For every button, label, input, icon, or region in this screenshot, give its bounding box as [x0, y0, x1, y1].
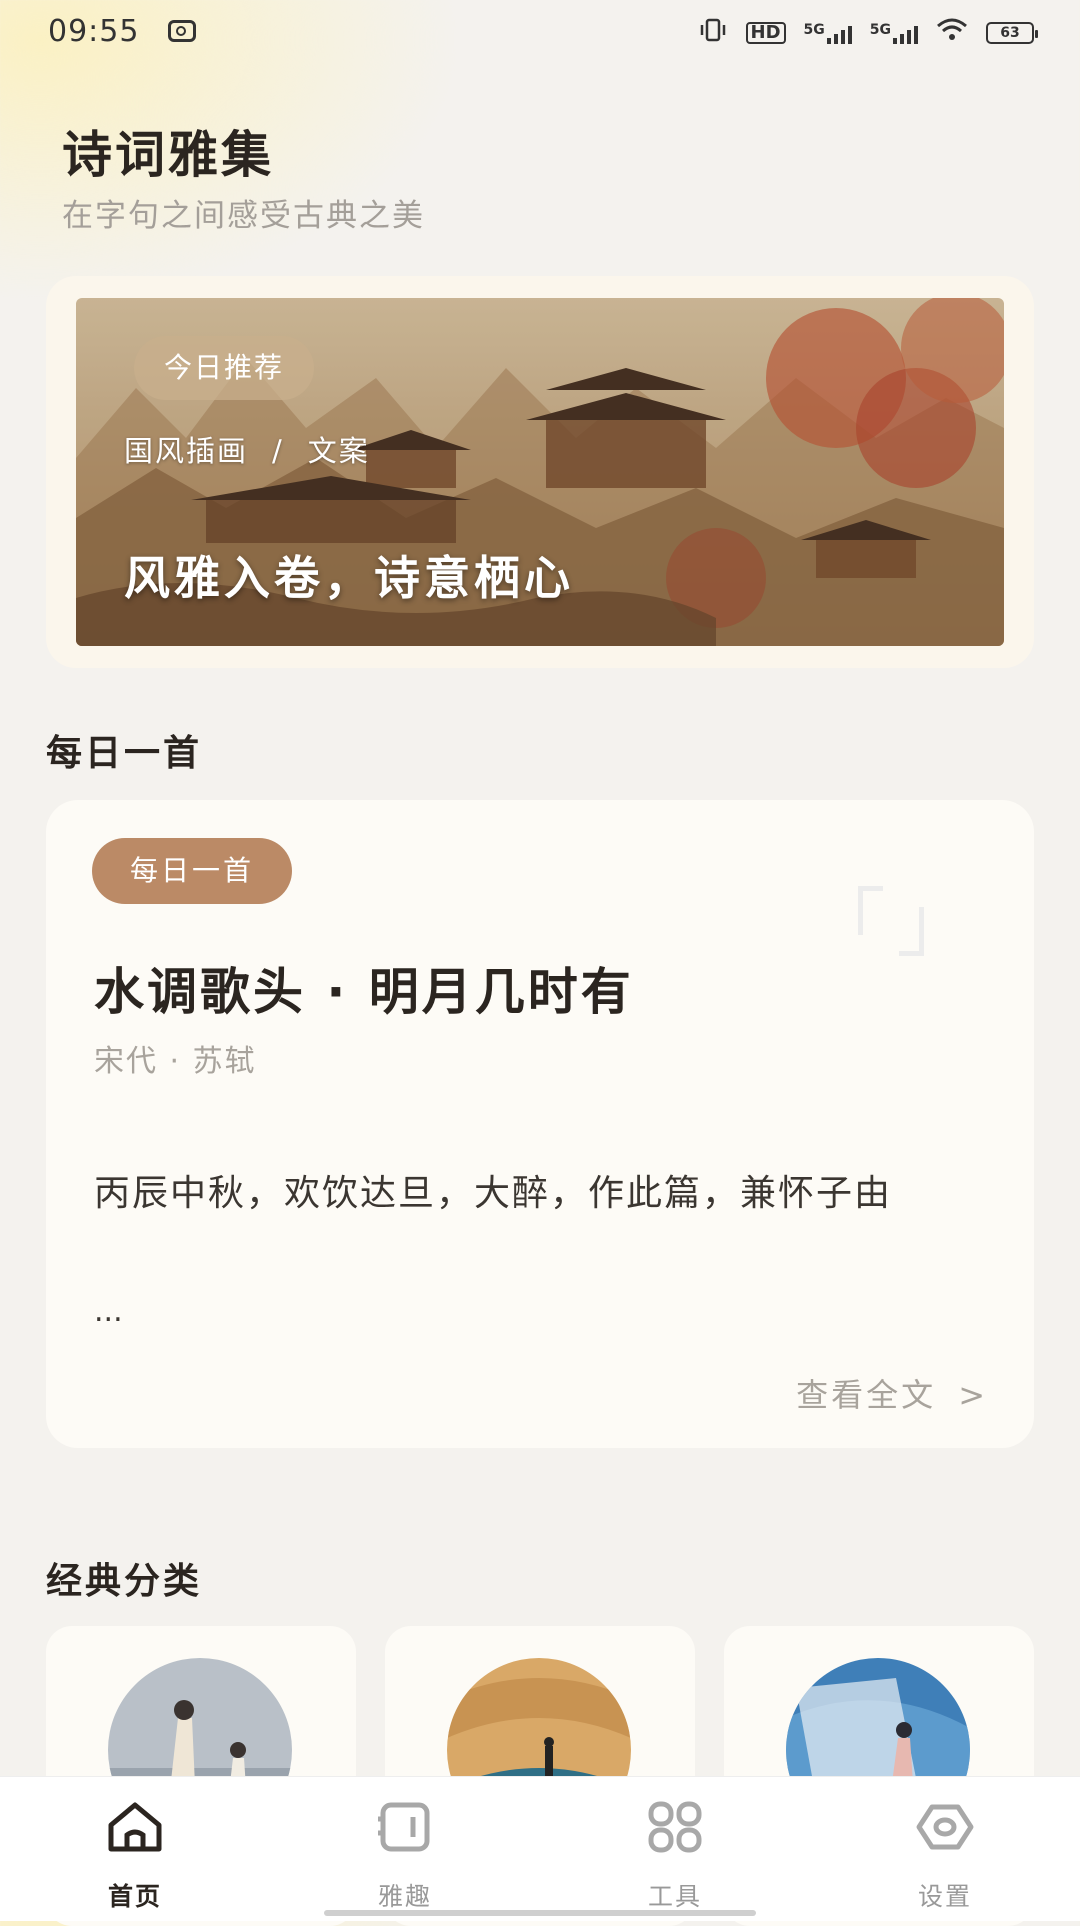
banner-tag: 今日推荐	[134, 336, 315, 400]
expand-icon[interactable]	[858, 886, 924, 956]
tab-yaqu-label: 雅趣	[377, 1882, 432, 1911]
network-type-1: 5G	[803, 21, 825, 38]
daily-poem-card[interactable]: 每日一首 水调歌头 · 明月几时有 宋代 · 苏轼 丙辰中秋，欢饮达旦，大醉，作…	[46, 800, 1034, 1448]
tab-home[interactable]: 首页	[0, 1777, 270, 1921]
app-subtitle: 在字句之间感受古典之美	[62, 198, 425, 234]
signal-icon-1	[826, 22, 852, 44]
view-full-text-label: 查看全文	[796, 1376, 937, 1414]
book-icon	[378, 1802, 430, 1852]
poem-excerpt: 丙辰中秋，欢饮达旦，大醉，作此篇，兼怀子由	[94, 1173, 893, 1214]
eye-settings-icon	[916, 1804, 974, 1850]
banner-slogan: 风雅入卷，诗意栖心	[124, 551, 574, 605]
tab-yaqu[interactable]: 雅趣	[270, 1777, 540, 1921]
status-time: 09:55	[48, 14, 140, 49]
network-type-2: 5G	[869, 21, 891, 38]
daily-poem-tag: 每日一首	[92, 838, 293, 904]
view-full-text-link[interactable]: 查看全文 >	[796, 1370, 988, 1416]
notification-icon	[168, 20, 196, 42]
banner-crumb-separator: /	[272, 434, 284, 468]
banner-crumb-2: 文案	[307, 434, 370, 468]
home-icon	[108, 1802, 162, 1852]
daily-section-title: 每日一首	[46, 733, 203, 774]
tab-home-label: 首页	[107, 1882, 162, 1911]
recommend-banner-image[interactable]: 今日推荐 国风插画 / 文案 风雅入卷，诗意栖心	[76, 298, 1004, 646]
bottom-tab-bar: 首页 雅趣 工具 设置	[0, 1776, 1080, 1921]
battery-icon: 63	[986, 21, 1038, 44]
status-bar: 09:55 HD 5G 5G 63	[0, 0, 1080, 70]
recommend-banner-card[interactable]: 今日推荐 国风插画 / 文案 风雅入卷，诗意栖心	[46, 276, 1034, 668]
categories-section-title: 经典分类	[46, 1561, 203, 1602]
tab-tools[interactable]: 工具	[540, 1777, 810, 1921]
tab-settings[interactable]: 设置	[810, 1777, 1080, 1921]
poem-title: 水调歌头 · 明月几时有	[94, 963, 634, 1021]
vibrate-icon	[698, 18, 728, 47]
grid-icon	[648, 1801, 702, 1853]
chevron-right-icon: >	[958, 1376, 988, 1414]
tab-settings-label: 设置	[917, 1882, 972, 1911]
tab-tools-label: 工具	[647, 1882, 702, 1911]
wifi-icon	[936, 18, 968, 47]
hd-icon: HD	[745, 21, 786, 44]
banner-breadcrumb: 国风插画 / 文案	[124, 428, 370, 470]
poem-author: 宋代 · 苏轼	[94, 1044, 257, 1079]
poem-ellipsis: ...	[94, 1294, 123, 1329]
signal-icon-2	[893, 22, 918, 44]
status-icons: HD 5G 5G 63	[698, 18, 1038, 47]
home-indicator	[324, 1910, 756, 1916]
banner-crumb-1: 国风插画	[124, 434, 249, 468]
app-title: 诗词雅集	[62, 126, 274, 184]
